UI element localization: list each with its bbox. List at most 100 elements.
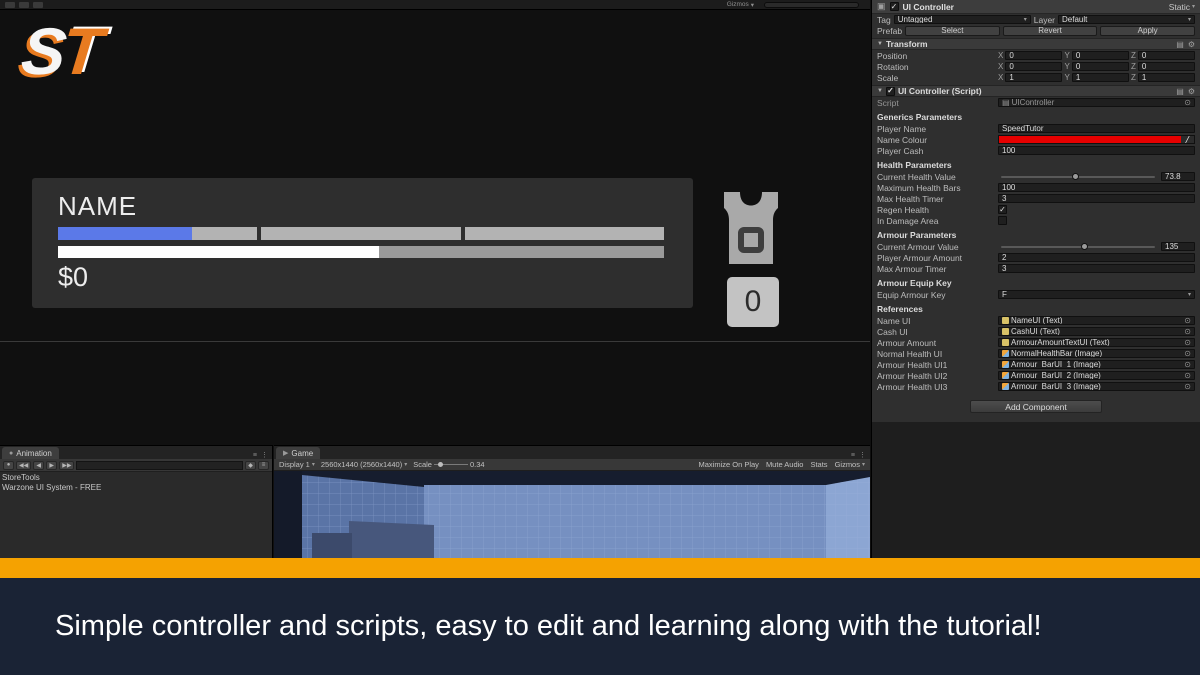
current-health-slider[interactable] (1001, 176, 1155, 178)
regen-health-checkbox[interactable]: ✓ (998, 205, 1007, 214)
help-icon[interactable]: ▤ (1176, 40, 1184, 49)
tab-game[interactable]: ▶ Game (276, 447, 320, 459)
object-picker-icon[interactable]: ⊙ (1184, 327, 1191, 336)
script-object-field[interactable]: ▤ UIController ⊙ (998, 98, 1195, 107)
game-gizmos-dropdown[interactable]: Gizmos ▾ (835, 460, 865, 469)
player-name-input[interactable]: SpeedTutor (998, 124, 1195, 133)
mute-audio-toggle[interactable]: Mute Audio (766, 460, 804, 469)
frame-field[interactable] (76, 461, 243, 470)
equip-armour-key-dropdown[interactable]: F ▾ (998, 290, 1195, 299)
tag-dropdown[interactable]: Untagged ▾ (894, 15, 1031, 24)
slider-thumb[interactable] (1081, 243, 1088, 250)
name-colour-field[interactable]: ╱ (998, 135, 1195, 144)
armour-amount-row: Armour Amount ArmourAmountTextUI (Text) … (872, 337, 1200, 348)
menu-icon[interactable]: ≡ (851, 452, 855, 459)
player-name-text: NAME (58, 191, 137, 222)
object-picker-icon[interactable]: ⊙ (1184, 382, 1191, 391)
active-checkbox[interactable]: ✓ (890, 2, 899, 11)
chevron-down-icon: ▾ (1192, 3, 1195, 10)
stats-toggle[interactable]: Stats (810, 460, 827, 469)
gear-icon[interactable]: ⚙ (1188, 87, 1195, 96)
name-ui-object-field[interactable]: NameUI (Text) ⊙ (998, 316, 1195, 325)
play-button[interactable]: ▶ (46, 461, 57, 470)
gameobject-name[interactable]: UI Controller (903, 2, 954, 12)
max-health-timer-input[interactable]: 3 (998, 194, 1195, 203)
transform-rotation-row: Rotation X 0 Y 0 Z 0 (872, 61, 1200, 72)
scene-search-input[interactable] (764, 2, 859, 8)
transform-header[interactable]: ▼ Transform ▤ ⚙ (872, 38, 1200, 50)
rotation-x-field[interactable]: 0 (1005, 62, 1062, 71)
display-dropdown[interactable]: Display 1 ▾ (279, 460, 315, 469)
current-armour-slider[interactable] (1001, 246, 1155, 248)
next-frame-button[interactable]: ▶▶ (59, 461, 74, 470)
object-picker-icon[interactable]: ⊙ (1184, 349, 1191, 358)
eyedropper-icon[interactable]: ╱ (1181, 136, 1194, 143)
rotation-z-field[interactable]: 0 (1138, 62, 1195, 71)
scale-x-field[interactable]: 1 (1005, 73, 1062, 82)
current-armour-value-field[interactable]: 135 (1161, 242, 1195, 251)
armour-health-1-object-field[interactable]: Armour_BarUI_1 (Image) ⊙ (998, 360, 1195, 369)
add-component-button[interactable]: Add Component (970, 400, 1102, 413)
prefab-select-button[interactable]: Select (905, 26, 1000, 36)
object-picker-icon[interactable]: ⊙ (1184, 371, 1191, 380)
object-picker-icon[interactable]: ⊙ (1184, 316, 1191, 325)
static-dropdown[interactable]: Static ▾ (1169, 2, 1195, 12)
prefab-apply-button[interactable]: Apply (1100, 26, 1195, 36)
cash-ui-object-field[interactable]: CashUI (Text) ⊙ (998, 327, 1195, 336)
armour-health-3-object-field[interactable]: Armour_BarUI_3 (Image) ⊙ (998, 382, 1195, 391)
armour-health-2-object-field[interactable]: Armour_BarUI_2 (Image) ⊙ (998, 371, 1195, 380)
prefab-revert-button[interactable]: Revert (1003, 26, 1098, 36)
inspector-panel: ▣ ✓ UI Controller Static ▾ Tag Untagged … (871, 0, 1200, 558)
object-picker-icon[interactable]: ⊙ (1184, 338, 1191, 347)
object-picker-icon[interactable]: ⊙ (1184, 98, 1191, 107)
foldout-icon[interactable]: ▼ (877, 41, 883, 47)
max-armour-timer-input[interactable]: 3 (998, 264, 1195, 273)
scene-tool-icon[interactable] (5, 2, 15, 8)
object-picker-icon[interactable]: ⊙ (1184, 360, 1191, 369)
colour-swatch[interactable] (999, 136, 1181, 143)
more-icon[interactable]: ⋮ (859, 451, 866, 459)
scene-tool-icon[interactable] (33, 2, 43, 8)
resolution-dropdown[interactable]: 2560x1440 (2560x1440) ▾ (321, 460, 407, 469)
tag-layer-row: Tag Untagged ▾ Layer Default ▾ (872, 14, 1200, 25)
add-event-button[interactable]: ≡ (258, 461, 269, 470)
slider-thumb[interactable] (1072, 173, 1079, 180)
player-armour-amount-input[interactable]: 2 (998, 253, 1195, 262)
prev-frame-button[interactable]: ◀ (33, 461, 44, 470)
more-icon[interactable]: ⋮ (261, 451, 268, 459)
gear-icon[interactable]: ⚙ (1188, 40, 1195, 49)
record-button[interactable]: ● (3, 461, 14, 470)
current-health-value-field[interactable]: 73.8 (1161, 172, 1195, 181)
tab-animation[interactable]: ● Animation (2, 447, 59, 459)
normal-health-object-field[interactable]: NormalHealthBar (Image) ⊙ (998, 349, 1195, 358)
watermark-line1: StoreTools (2, 473, 101, 483)
position-y-field[interactable]: 0 (1072, 51, 1129, 60)
in-damage-area-checkbox[interactable] (998, 216, 1007, 225)
script-enabled-checkbox[interactable]: ✓ (886, 87, 895, 96)
scale-slider[interactable] (434, 464, 468, 465)
menu-icon[interactable]: ≡ (253, 452, 257, 459)
position-x-field[interactable]: 0 (1005, 51, 1062, 60)
layer-dropdown[interactable]: Default ▾ (1058, 15, 1195, 24)
player-cash-input[interactable]: 100 (998, 146, 1195, 155)
game-hud-panel: NAME $0 (32, 178, 693, 308)
rotation-y-field[interactable]: 0 (1072, 62, 1129, 71)
position-z-field[interactable]: 0 (1138, 51, 1195, 60)
scale-z-field[interactable]: 1 (1138, 73, 1195, 82)
first-frame-button[interactable]: ◀◀ (16, 461, 31, 470)
scene-view[interactable]: ST NAME $0 0 (0, 10, 870, 445)
maximize-on-play-toggle[interactable]: Maximize On Play (699, 460, 759, 469)
max-health-bars-input[interactable]: 100 (998, 183, 1195, 192)
armour-amount-object-field[interactable]: ArmourAmountTextUI (Text) ⊙ (998, 338, 1195, 347)
foldout-icon[interactable]: ▼ (877, 88, 883, 94)
gizmos-dropdown[interactable]: Gizmos ▾ (727, 1, 754, 9)
generics-section-header: Generics Parameters (872, 108, 1200, 123)
help-icon[interactable]: ▤ (1176, 87, 1184, 96)
add-keyframe-button[interactable]: ◆ (245, 461, 256, 470)
scale-label: Scale (413, 460, 432, 469)
equip-armour-key-row: Equip Armour Key F ▾ (872, 289, 1200, 300)
script-component-header[interactable]: ▼ ✓ UI Controller (Script) ▤ ⚙ (872, 85, 1200, 97)
scale-y-field[interactable]: 1 (1072, 73, 1129, 82)
scale-slider-thumb[interactable] (438, 462, 443, 467)
scene-tool-icon[interactable] (19, 2, 29, 8)
